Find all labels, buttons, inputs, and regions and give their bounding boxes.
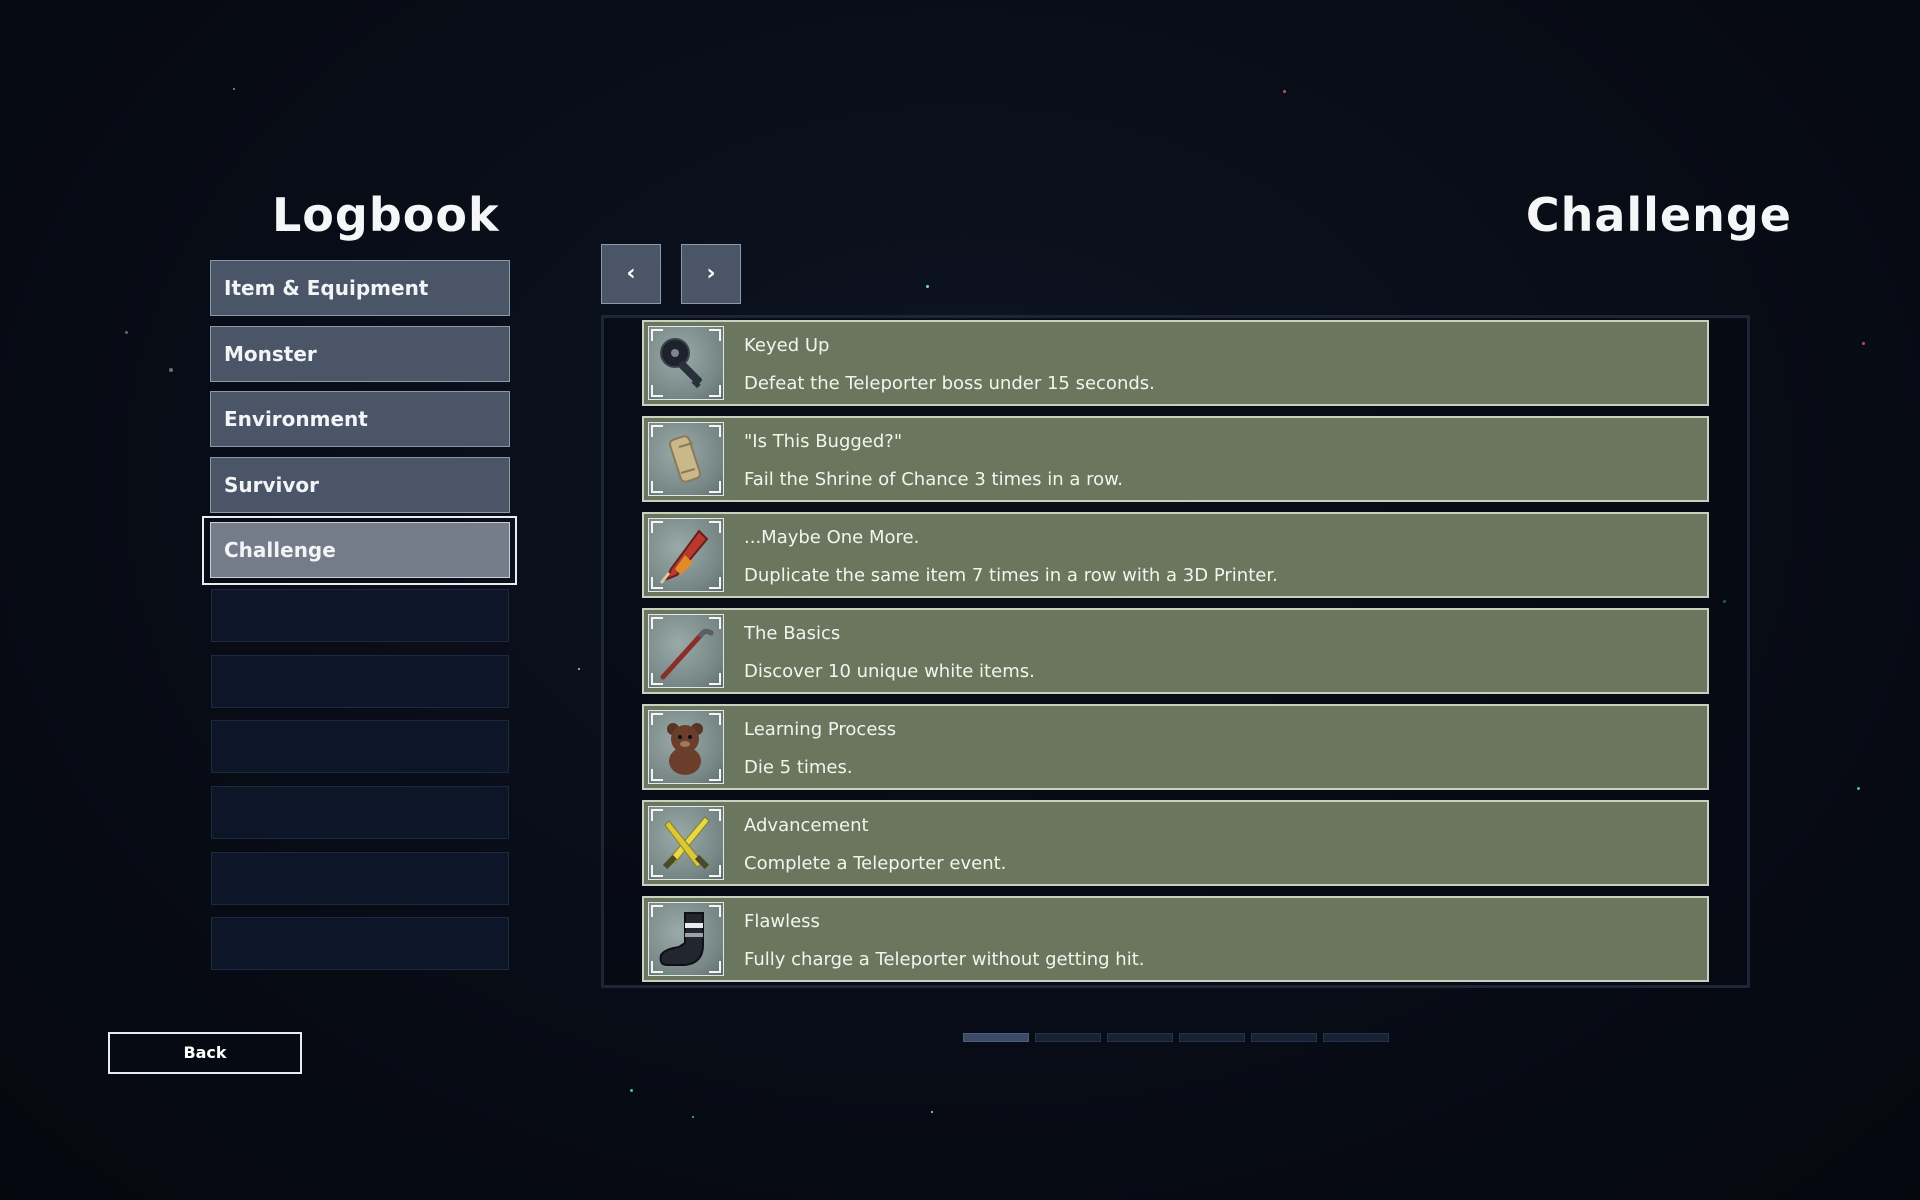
challenge-description: Duplicate the same item 7 times in a row…	[744, 565, 1278, 586]
challenge-description: Defeat the Teleporter boss under 15 seco…	[744, 373, 1155, 394]
challenge-name: Advancement	[744, 815, 869, 836]
category-survivor[interactable]: Survivor	[210, 457, 510, 513]
challenge-row[interactable]: ...Maybe One More. Duplicate the same it…	[642, 512, 1709, 598]
page-indicator-1[interactable]	[963, 1033, 1029, 1042]
empty-category-slot	[211, 655, 509, 708]
key-icon	[648, 326, 724, 400]
challenge-description: Fail the Shrine of Chance 3 times in a r…	[744, 469, 1123, 490]
empty-category-slot	[211, 917, 509, 970]
daggers-icon	[648, 806, 724, 880]
star-decoration	[926, 285, 929, 288]
challenge-description: Die 5 times.	[744, 757, 853, 778]
challenge-name: The Basics	[744, 623, 841, 644]
challenge-description: Complete a Teleporter event.	[744, 853, 1007, 874]
back-button[interactable]: Back	[108, 1032, 302, 1074]
challenge-name: Flawless	[744, 911, 820, 932]
star-decoration	[1283, 90, 1286, 93]
section-title: Challenge	[1525, 188, 1792, 242]
challenge-row[interactable]: Learning Process Die 5 times.	[642, 704, 1709, 790]
challenge-row[interactable]: Advancement Complete a Teleporter event.	[642, 800, 1709, 886]
scroll-icon	[648, 422, 724, 496]
teddy-bear-icon	[648, 710, 724, 784]
challenge-description: Discover 10 unique white items.	[744, 661, 1035, 682]
star-decoration	[630, 1089, 633, 1092]
challenge-row[interactable]: "Is This Bugged?" Fail the Shrine of Cha…	[642, 416, 1709, 502]
logbook-title: Logbook	[272, 188, 500, 242]
star-decoration	[125, 331, 128, 334]
star-decoration	[1857, 787, 1860, 790]
empty-category-slot	[211, 852, 509, 905]
category-item-equipment[interactable]: Item & Equipment	[210, 260, 510, 316]
star-decoration	[169, 368, 173, 372]
challenge-name: "Is This Bugged?"	[744, 431, 903, 452]
page-indicator-3[interactable]	[1107, 1033, 1173, 1042]
empty-category-slot	[211, 589, 509, 642]
page-indicator-4[interactable]	[1179, 1033, 1245, 1042]
star-decoration	[692, 1116, 694, 1118]
challenge-row[interactable]: The Basics Discover 10 unique white item…	[642, 608, 1709, 694]
star-decoration	[931, 1111, 933, 1113]
challenge-row[interactable]: Flawless Fully charge a Teleporter witho…	[642, 896, 1709, 982]
crowbar-icon	[648, 614, 724, 688]
challenge-description: Fully charge a Teleporter without gettin…	[744, 949, 1145, 970]
challenge-name: Learning Process	[744, 719, 897, 740]
star-decoration	[1862, 342, 1865, 345]
prev-page-button[interactable]: ‹	[601, 244, 661, 304]
page-indicator-2[interactable]	[1035, 1033, 1101, 1042]
category-monster[interactable]: Monster	[210, 326, 510, 382]
star-decoration	[233, 88, 235, 90]
challenge-name: Keyed Up	[744, 335, 830, 356]
sock-icon	[648, 902, 724, 976]
empty-category-slot	[211, 786, 509, 839]
empty-category-slot	[211, 720, 509, 773]
firework-icon	[648, 518, 724, 592]
challenge-name: ...Maybe One More.	[744, 527, 920, 548]
category-environment[interactable]: Environment	[210, 391, 510, 447]
challenge-row[interactable]: Keyed Up Defeat the Teleporter boss unde…	[642, 320, 1709, 406]
category-challenge[interactable]: Challenge	[210, 522, 510, 578]
page-indicator-5[interactable]	[1251, 1033, 1317, 1042]
star-decoration	[578, 668, 580, 670]
next-page-button[interactable]: ›	[681, 244, 741, 304]
page-indicator-6[interactable]	[1323, 1033, 1389, 1042]
